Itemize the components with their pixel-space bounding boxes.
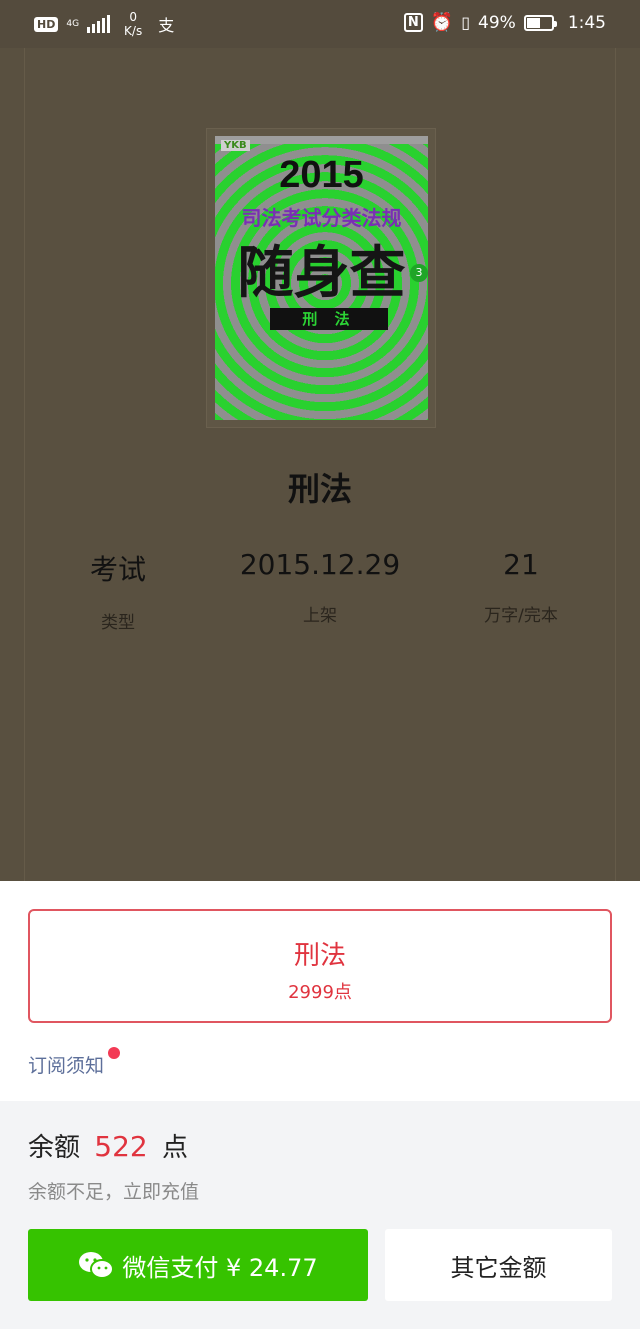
meta-date: 2015.12.29 上架 xyxy=(220,548,420,626)
cover-volume-number: 3 xyxy=(410,264,428,282)
network-type: 4G xyxy=(66,19,80,29)
status-bar-right: N ⏰ ▯ 49% 1:45 xyxy=(403,12,606,33)
status-bar-left: HD 4G 0 K/s 支 xyxy=(34,10,174,38)
purchase-option-name: 刑法 xyxy=(293,941,346,971)
meta-words: 21 万字/完本 xyxy=(421,548,621,626)
payment-panel: 余额 522 点 余额不足，立即充值 微信支付 ¥ 24.77 其它金额 xyxy=(0,1101,640,1329)
book-cover-frame: YKB 2015 司法考试分类法规 随身查 3 刑 法 xyxy=(206,128,436,428)
nfc-icon: N xyxy=(403,13,423,32)
cover-subtitle: 司法考试分类法规 xyxy=(241,206,402,230)
meta-type: 考试 类型 xyxy=(18,548,218,633)
purchase-option-price: 2999点 xyxy=(288,982,352,1003)
vibrate-icon: ▯ xyxy=(461,13,471,32)
wechat-pay-label: 微信支付 ¥ 24.77 xyxy=(122,1253,318,1282)
other-amount-button[interactable]: 其它金额 xyxy=(385,1229,612,1301)
cover-logo: YKB xyxy=(221,140,250,151)
book-title: 刑法 xyxy=(287,470,352,508)
meta-type-label: 类型 xyxy=(101,613,135,633)
alipay-icon: 支 xyxy=(158,16,175,35)
status-bar: HD 4G 0 K/s 支 N ⏰ ▯ 49% 1:45 xyxy=(0,0,640,48)
meta-type-value: 考试 xyxy=(89,553,146,586)
network-speed-unit: K/s xyxy=(124,24,143,38)
battery-fill xyxy=(526,17,540,28)
signal-icon xyxy=(87,15,111,33)
alarm-icon: ⏰ xyxy=(430,12,454,33)
balance-label: 余额 xyxy=(28,1133,81,1163)
book-cover[interactable]: YKB 2015 司法考试分类法规 随身查 3 刑 法 xyxy=(215,136,428,420)
balance-amount: 522 xyxy=(94,1130,148,1163)
battery-icon xyxy=(523,14,557,31)
wechat-pay-button[interactable]: 微信支付 ¥ 24.77 xyxy=(28,1229,368,1301)
meta-date-value: 2015.12.29 xyxy=(239,548,401,581)
battery-percent: 49% xyxy=(478,12,516,33)
meta-date-label: 上架 xyxy=(303,606,337,626)
purchase-option-card[interactable]: 刑法 2999点 xyxy=(28,909,612,1023)
purchase-sheet: 刑法 2999点 订阅须知 xyxy=(0,881,640,1101)
cover-year: 2015 xyxy=(279,154,364,196)
cover-band: 刑 法 xyxy=(270,308,388,330)
wechat-icon xyxy=(79,1252,115,1279)
cover-big-title: 随身查 xyxy=(237,241,406,306)
subscription-notice-link[interactable]: 订阅须知 xyxy=(28,1051,104,1078)
recharge-prompt[interactable]: 余额不足，立即充值 xyxy=(28,1177,199,1204)
book-hero: YKB 2015 司法考试分类法规 随身查 3 刑 法 刑法 考试 类型 201… xyxy=(0,48,640,881)
network-speed: 0 K/s xyxy=(124,10,142,38)
network-speed-value: 0 xyxy=(129,10,137,24)
meta-words-label: 万字/完本 xyxy=(484,606,558,626)
meta-words-value: 21 xyxy=(503,548,539,581)
balance-row: 余额 522 点 xyxy=(28,1127,188,1164)
hd-badge: HD xyxy=(34,16,59,32)
notice-badge-dot xyxy=(108,1047,120,1059)
clock: 1:45 xyxy=(567,12,606,33)
balance-unit: 点 xyxy=(162,1133,189,1163)
